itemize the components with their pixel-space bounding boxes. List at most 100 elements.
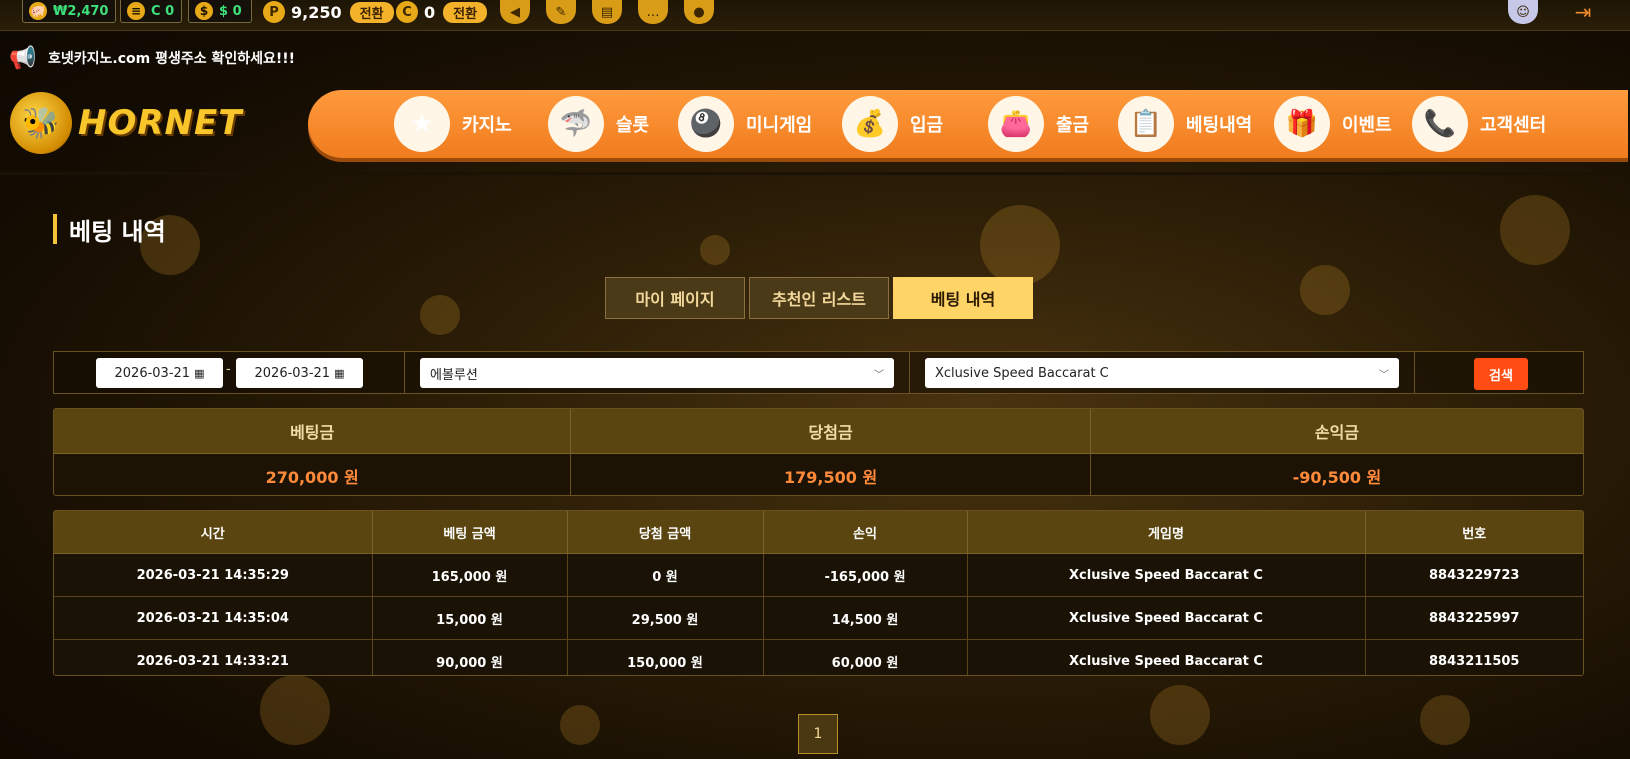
column-header: 손익 [763,511,968,554]
column-header: 게임명 [967,511,1366,554]
logo-text: HORNET [78,103,243,143]
date-to-value: 2026-03-21 [254,365,331,381]
summary-bet-total: 270,000 원 [54,453,572,495]
notice-banner: 📢 호넷카지노.com 평생주소 확인하세요!!! [8,44,295,72]
pagination-page-1[interactable]: 1 [798,714,838,754]
cell-bet-amount: 165,000 원 [372,553,568,597]
points-convert-button[interactable]: 전환 [349,1,394,23]
calendar-icon: ▦ [334,366,345,380]
coupons-display: C 0 전환 [396,0,488,24]
cell-bet-amount: 15,000 원 [372,596,568,640]
game-cell: Xclusive Speed Baccarat C ﹀ [910,352,1415,393]
wallet-krw[interactable]: 🐖 ₩2,470 [22,0,116,23]
document-icon[interactable]: ▤ [592,0,622,24]
cell-number: 8843229723 [1365,553,1583,597]
calendar-icon: ▦ [194,366,205,380]
date-range: 2026-03-21 ▦ - 2026-03-21 ▦ [54,352,405,393]
provider-select[interactable]: 에볼루션 ﹀ [420,358,894,388]
event-icon: 🎁 [1274,96,1330,152]
search-button[interactable]: 검색 [1474,358,1528,390]
chevron-down-icon: ﹀ [1379,369,1389,381]
chat-icon[interactable]: … [638,0,668,24]
cell-profit: 60,000 원 [763,639,968,675]
tab-bet-history[interactable]: 베팅 내역 [893,277,1033,319]
date-to-input[interactable]: 2026-03-21 ▦ [236,358,363,388]
coupons-value: 0 [424,2,436,22]
bet-records-table: 시간 베팅 금액 당첨 금액 손익 게임명 번호 2026-03-21 14:3… [53,510,1584,676]
cell-game-name: Xclusive Speed Baccarat C [967,553,1366,597]
nav-event[interactable]: 🎁 이벤트 [1274,96,1392,152]
megaphone-icon[interactable]: ◀ [500,0,530,24]
cell-win-amount: 29,500 원 [567,596,764,640]
nav-label: 이벤트 [1342,115,1392,136]
wallet-dollar[interactable]: $ $ 0 [188,0,252,23]
bet-history-icon: 📋 [1118,96,1174,152]
points-display: P 9,250 전환 [263,0,394,24]
nav-label: 미니게임 [746,115,813,136]
cell-win-amount: 0 원 [567,553,764,597]
wallet-dollar-value: $ 0 [219,3,242,19]
cell-time: 2026-03-21 14:33:21 [54,639,373,675]
wallet-coin[interactable]: ≡ C 0 [120,0,182,23]
table-row: 2026-03-21 14:35:29 165,000 원 0 원 -165,0… [54,553,1583,597]
top-bar: 🐖 ₩2,470 ≡ C 0 $ $ 0 P 9,250 전환 C 0 전환 ◀… [0,0,1630,31]
nav-support[interactable]: 📞 고객센터 [1412,96,1546,152]
edit-icon[interactable]: ✎ [546,0,576,24]
provider-cell: 에볼루션 ﹀ [405,352,910,393]
cell-profit: -165,000 원 [763,553,968,597]
cell-game-name: Xclusive Speed Baccarat C [967,639,1366,675]
column-header: 번호 [1365,511,1583,554]
minigame-icon: 🎱 [678,96,734,152]
chevron-down-icon: ﹀ [874,369,884,381]
summary-win-total: 179,500 원 [570,453,1091,495]
coins-icon: ≡ [127,2,145,20]
nav-label: 출금 [1056,115,1090,136]
nav-deposit[interactable]: 💰 입금 [842,96,943,152]
cell-number: 8843225997 [1365,596,1583,640]
dollar-icon: $ [195,2,213,20]
withdraw-icon: 👛 [988,96,1044,152]
page-title: 베팅 내역 [53,214,166,246]
support-icon: 📞 [1412,96,1468,152]
table-row: 2026-03-21 14:33:21 90,000 원 150,000 원 6… [54,639,1583,675]
avatar[interactable]: ☺ [1508,0,1538,24]
cookie-icon[interactable]: ● [684,0,714,24]
piggy-bank-icon: 🐖 [29,2,47,20]
casino-icon: ★ [394,96,450,152]
date-from-input[interactable]: 2026-03-21 ▦ [96,358,223,388]
summary-header: 당첨금 [570,409,1091,454]
main-nav: ★ 카지노 🦈 슬롯 🎱 미니게임 💰 입금 👛 출금 📋 베팅내역 🎁 이벤트… [308,90,1628,158]
hornet-icon: 🐝 [10,92,72,154]
provider-value: 에볼루션 [430,367,478,383]
logout-icon[interactable]: ⇥ [1568,0,1598,24]
cell-number: 8843211505 [1365,639,1583,675]
nav-casino[interactable]: ★ 카지노 [394,96,512,152]
nav-label: 베팅내역 [1186,115,1253,136]
column-header: 시간 [54,511,373,554]
nav-slot[interactable]: 🦈 슬롯 [548,96,649,152]
cell-time: 2026-03-21 14:35:04 [54,596,373,640]
table-header-row: 시간 베팅 금액 당첨 금액 손익 게임명 번호 [54,511,1583,554]
coupons-badge: C [396,1,418,23]
nav-bet-history[interactable]: 📋 베팅내역 [1118,96,1252,152]
summary-table: 베팅금 당첨금 손익금 270,000 원 179,500 원 -90,500 … [53,408,1584,496]
tab-my-page[interactable]: 마이 페이지 [605,277,745,319]
site-logo[interactable]: 🐝 HORNET [10,92,242,154]
column-header: 베팅 금액 [372,511,568,554]
summary-header: 손익금 [1090,409,1583,454]
cell-profit: 14,500 원 [763,596,968,640]
nav-label: 입금 [910,115,944,136]
cell-win-amount: 150,000 원 [567,639,764,675]
game-select[interactable]: Xclusive Speed Baccarat C ﹀ [925,358,1399,388]
deposit-icon: 💰 [842,96,898,152]
megaphone-icon: 📢 [9,45,37,71]
nav-minigame[interactable]: 🎱 미니게임 [678,96,812,152]
game-value: Xclusive Speed Baccarat C [935,365,1109,381]
summary-header: 베팅금 [54,409,572,454]
summary-profit-total: -90,500 원 [1090,453,1583,495]
coupons-convert-button[interactable]: 전환 [443,1,488,23]
tab-referral-list[interactable]: 추천인 리스트 [749,277,889,319]
wallet-coin-value: C 0 [151,3,175,19]
slot-icon: 🦈 [548,96,604,152]
nav-withdraw[interactable]: 👛 출금 [988,96,1089,152]
